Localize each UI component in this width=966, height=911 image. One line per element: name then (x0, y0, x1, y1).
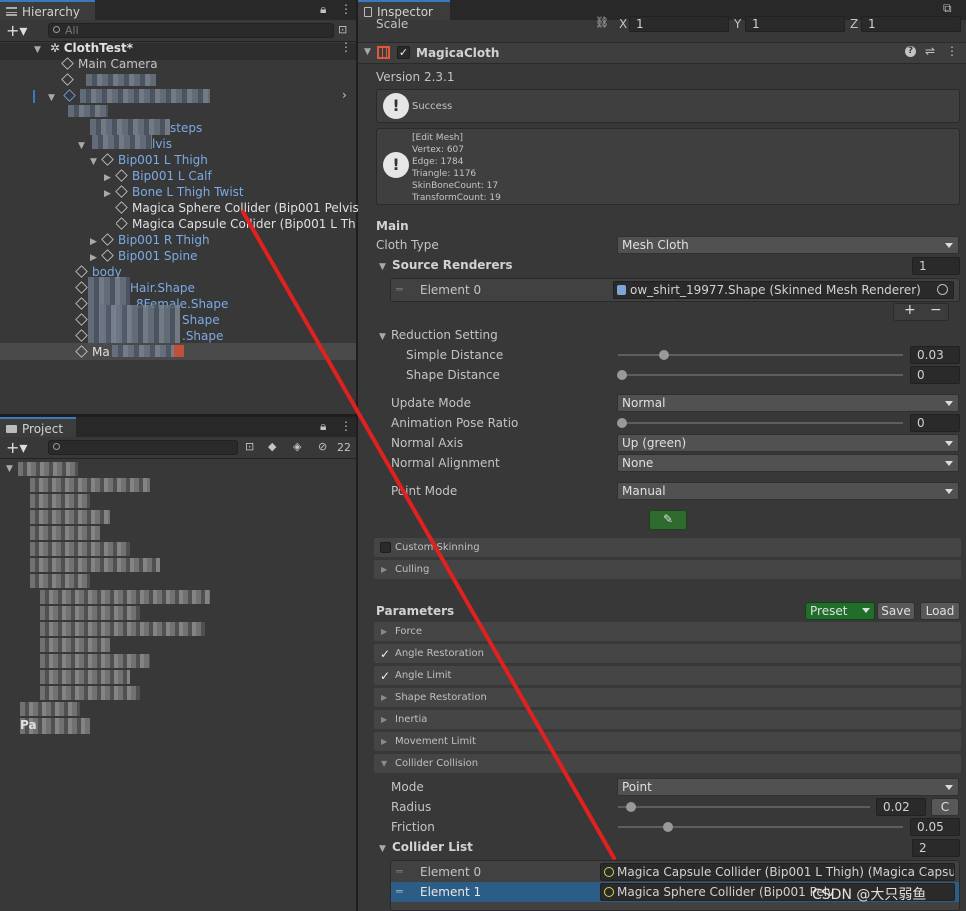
annotation-line (241, 210, 616, 860)
red-annotation-line (241, 210, 616, 860)
